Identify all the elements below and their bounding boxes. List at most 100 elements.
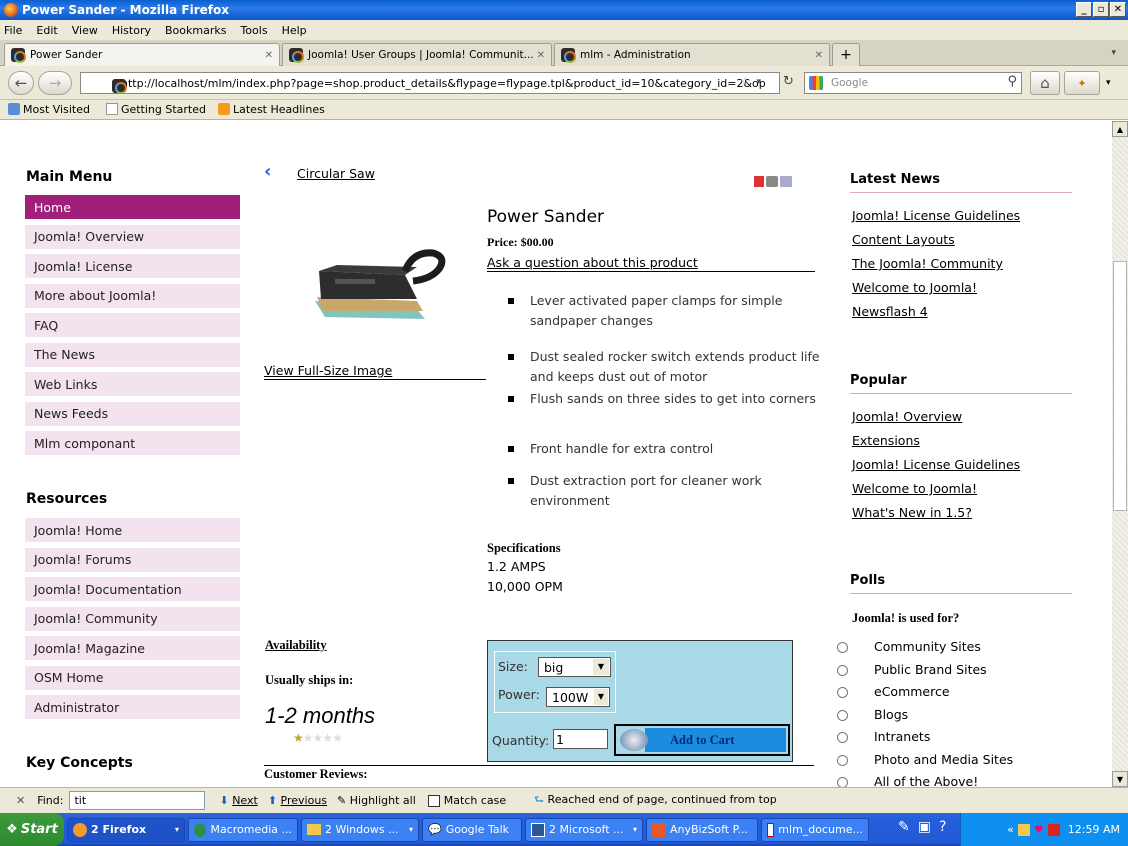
find-input[interactable] (69, 791, 206, 810)
resource-item-joomla-forums[interactable]: Joomla! Forums (25, 547, 240, 574)
menu-edit[interactable]: Edit (36, 24, 57, 37)
task-firefox[interactable]: 2 Firefox ▾ (67, 817, 185, 842)
pen-icon[interactable]: ✎ (898, 819, 910, 835)
task-microsoft-word[interactable]: 2 Microsoft ... ▾ (525, 817, 643, 842)
url-dropdown-icon[interactable]: ▾ (756, 77, 761, 87)
print-icon[interactable] (766, 176, 778, 187)
news-link-the-joomla-community[interactable]: The Joomla! Community (852, 256, 1003, 271)
task-macromedia[interactable]: Macromedia ... (188, 817, 298, 842)
poll-radio-all-of-the-above[interactable] (837, 777, 848, 787)
match-case-checkbox[interactable]: Match case (427, 794, 506, 807)
back-link-circular-saw[interactable]: Circular Saw (297, 166, 375, 181)
ask-question-link[interactable]: Ask a question about this product (487, 255, 698, 270)
menu-item-the-news[interactable]: The News (25, 342, 240, 369)
popular-link-joomla-license-guidelines[interactable]: Joomla! License Guidelines (852, 457, 1020, 472)
popular-link-extensions[interactable]: Extensions (852, 433, 920, 448)
poll-radio-blogs[interactable] (837, 709, 848, 721)
vertical-scrollbar[interactable]: ▲ ▼ (1112, 121, 1128, 787)
tab-close-icon[interactable]: ✕ (815, 50, 823, 61)
back-arrow-icon[interactable]: ‹ (264, 161, 271, 182)
menu-item-news-feeds[interactable]: News Feeds (25, 401, 240, 428)
scrollbar-thumb[interactable] (1113, 261, 1127, 511)
add-to-cart-button[interactable]: Add to Cart (614, 724, 790, 756)
highlight-all-button[interactable]: ✎ Highlight all (337, 794, 416, 807)
menu-bookmarks[interactable]: Bookmarks (165, 24, 226, 37)
poll-radio-intranets[interactable] (837, 732, 848, 743)
pdf-icon[interactable] (754, 176, 764, 187)
tray-chat-icon[interactable]: ♥ (1034, 823, 1044, 836)
news-link-welcome-to-joomla[interactable]: Welcome to Joomla! (852, 280, 977, 295)
search-input[interactable]: Google ⚲ (804, 72, 1022, 94)
email-icon[interactable] (780, 176, 792, 187)
menu-item-web-links[interactable]: Web Links (25, 372, 240, 398)
tab-joomla-user-groups[interactable]: Joomla! User Groups | Joomla! Communit..… (282, 43, 552, 66)
task-windows[interactable]: 2 Windows ... ▾ (301, 817, 419, 842)
resource-item-joomla-documentation[interactable]: Joomla! Documentation (25, 577, 240, 603)
news-link-newsflash-4[interactable]: Newsflash 4 (852, 304, 928, 319)
popular-link-joomla-overview[interactable]: Joomla! Overview (852, 409, 962, 424)
close-button[interactable]: ✕ (1110, 2, 1126, 17)
tab-list-chevron-icon[interactable]: ▾ (1111, 48, 1116, 58)
close-find-icon[interactable]: ✕ (16, 794, 25, 807)
search-magnifier-icon[interactable]: ⚲ (1007, 74, 1017, 89)
resource-item-administrator[interactable]: Administrator (25, 695, 240, 721)
poll-radio-ecommerce[interactable] (837, 687, 848, 698)
scroll-up-icon[interactable]: ▲ (1112, 121, 1128, 137)
maximize-button[interactable]: ▫ (1093, 2, 1109, 17)
menu-item-faq[interactable]: FAQ (25, 313, 240, 339)
tray-search-icon[interactable] (1047, 823, 1060, 836)
resource-item-joomla-magazine[interactable]: Joomla! Magazine (25, 636, 240, 662)
minimize-button[interactable]: _ (1076, 2, 1092, 17)
poll-radio-public-brand-sites[interactable] (837, 664, 848, 676)
bookmark-getting-started[interactable]: Getting Started (105, 103, 206, 116)
tab-power-sander[interactable]: Power Sander ✕ (4, 43, 280, 66)
task-google-talk[interactable]: 💬 Google Talk (422, 817, 522, 842)
size-select[interactable]: big ▼ (538, 657, 611, 677)
menu-item-home[interactable]: Home (25, 195, 240, 221)
menu-history[interactable]: History (112, 24, 151, 37)
forward-arrow-icon[interactable]: → (38, 71, 72, 95)
window-icon[interactable]: ▣ (918, 819, 931, 835)
view-full-size-link[interactable]: View Full-Size Image (264, 363, 392, 378)
address-bar[interactable]: http://localhost/mlm/index.php?page=shop… (80, 72, 780, 94)
tray-app-icon[interactable] (1017, 823, 1030, 836)
poll-radio-community-sites[interactable] (837, 642, 848, 653)
tab-mlm-administration[interactable]: mlm - Administration ✕ (554, 43, 830, 66)
power-select[interactable]: 100W ▼ (546, 687, 610, 707)
start-button[interactable]: ❖ Start (0, 813, 64, 846)
new-tab-button[interactable]: + (832, 43, 860, 66)
menu-view[interactable]: View (72, 24, 98, 37)
resource-item-joomla-community[interactable]: Joomla! Community (25, 606, 240, 633)
resource-item-joomla-home[interactable]: Joomla! Home (25, 518, 240, 544)
bookmark-latest-headlines[interactable]: Latest Headlines (218, 103, 325, 116)
resource-item-osm-home[interactable]: OSM Home (25, 665, 240, 692)
task-anybizsoft[interactable]: AnyBizSoft P... (646, 817, 758, 842)
menu-help[interactable]: Help (282, 24, 307, 37)
menu-item-joomla-overview[interactable]: Joomla! Overview (25, 224, 240, 251)
task-mlm-document[interactable]: mlm_docume... (761, 817, 869, 842)
menu-item-more-about-joomla[interactable]: More about Joomla! (25, 283, 240, 310)
tab-close-icon[interactable]: ✕ (537, 50, 545, 61)
addon-icon[interactable]: ✦ (1064, 71, 1100, 95)
help-icon[interactable]: ? (939, 819, 946, 835)
tab-close-icon[interactable]: ✕ (265, 50, 273, 61)
tray-expand-icon[interactable]: « (1007, 823, 1014, 836)
popular-link-welcome-to-joomla[interactable]: Welcome to Joomla! (852, 481, 977, 496)
find-previous-button[interactable]: ⬆ Previous (268, 794, 327, 807)
find-next-button[interactable]: ⬇ Next (219, 794, 257, 807)
scroll-down-icon[interactable]: ▼ (1112, 771, 1128, 787)
back-arrow-icon[interactable]: ← (8, 71, 34, 95)
poll-radio-photo-and-media-sites[interactable] (837, 754, 848, 766)
menu-item-mlm-componant[interactable]: Mlm componant (25, 431, 240, 457)
menu-item-joomla-license[interactable]: Joomla! License (25, 254, 240, 280)
menu-tools[interactable]: Tools (240, 24, 267, 37)
reload-icon[interactable]: ↻ (783, 74, 794, 89)
bookmark-most-visited[interactable]: Most Visited (8, 103, 90, 116)
news-link-content-layouts[interactable]: Content Layouts (852, 232, 955, 247)
power-sander-image[interactable] (305, 241, 450, 331)
quantity-input[interactable] (553, 729, 608, 749)
news-link-joomla-license-guidelines[interactable]: Joomla! License Guidelines (852, 208, 1020, 223)
menu-file[interactable]: File (4, 24, 22, 37)
bookmark-star-icon[interactable]: ☆ (739, 75, 751, 90)
toolbar-overflow-icon[interactable]: ▾ (1106, 78, 1111, 88)
